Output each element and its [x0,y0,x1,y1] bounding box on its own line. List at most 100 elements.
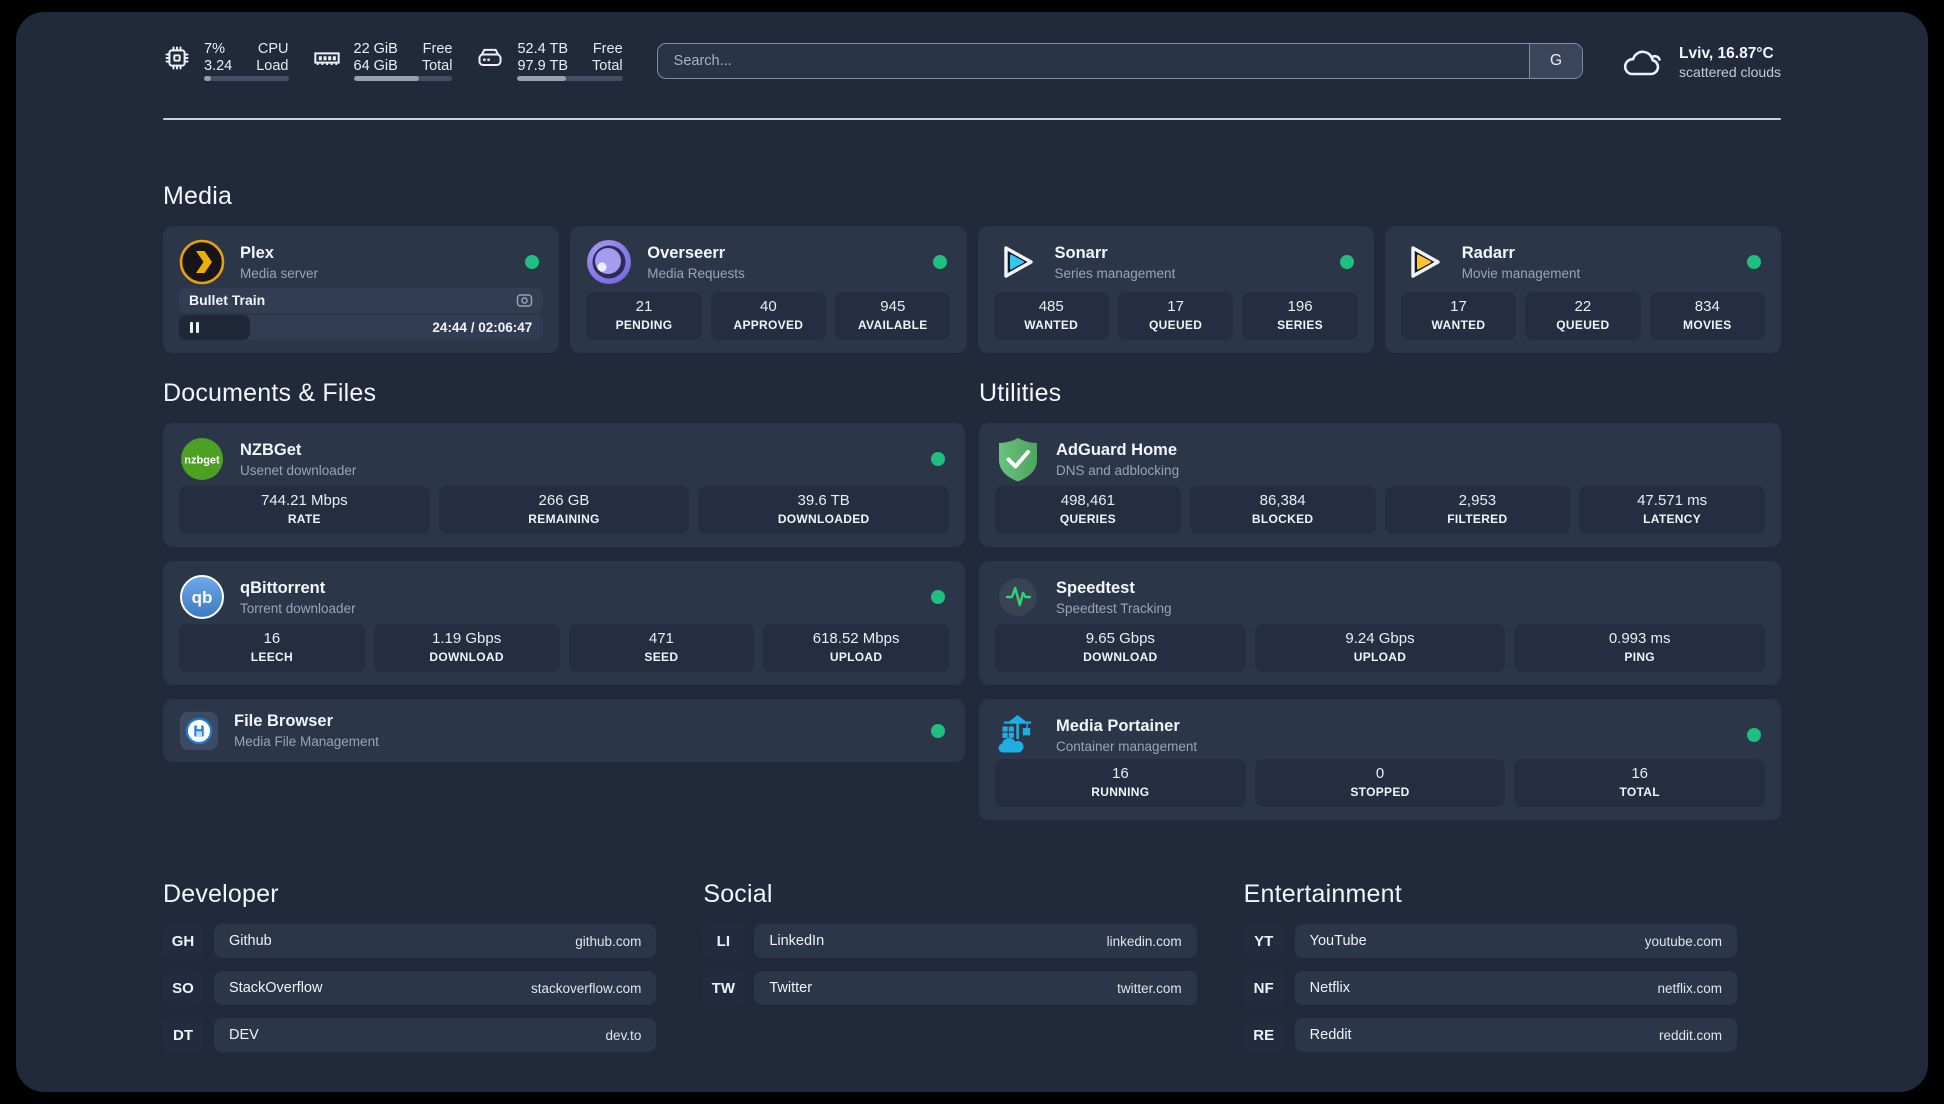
stat-value: 16 [263,630,281,647]
stat-value: 744.21 Mbps [260,492,348,509]
stat-value: 834 [1694,298,1720,315]
section-title-media: Media [163,182,233,210]
system-metrics: 7% 3.24 CPU Load 22 GiB 64 GiB Free Tota… [163,41,623,81]
stat-value: 9.65 Gbps [1085,630,1155,647]
app-card-speedtest[interactable]: Speedtest Speedtest Tracking 9.65 Gbps D… [979,561,1781,685]
stat-label: WANTED [1431,318,1486,332]
overseerr-icon [586,239,632,285]
link-row-github[interactable]: GH Github github.com [163,924,657,958]
app-title: Speedtest [1056,578,1135,597]
adguard-icon [995,436,1041,482]
app-card-nzbget[interactable]: nzbget NZBGet Usenet downloader 744.21 M… [163,423,965,547]
header-divider [163,118,1781,120]
search-engine-button[interactable]: G [1529,44,1583,78]
link-row-reddit[interactable]: RE Reddit reddit.com [1243,1018,1737,1052]
status-online-dot [931,590,945,604]
stat-tile: 0.993 ms PING [1514,624,1765,672]
link-row-twitter[interactable]: TW Twitter twitter.com [703,971,1197,1005]
link-name: LinkedIn [769,933,825,949]
stat-value: 47.571 ms [1637,492,1708,509]
app-card-plex[interactable]: Plex Media server Bullet Train 24:44 / 0… [163,226,560,353]
stat-value: 0.993 ms [1608,630,1671,647]
stat-value: 39.6 TB [797,492,850,509]
links-column-developer: Developer GH Github github.com SO StackO… [163,880,657,1052]
stat-tile: 945 AVAILABLE [835,292,951,340]
stat-tile: 16 RUNNING [995,759,1246,807]
app-card-filebrowser[interactable]: File Browser Media File Management [163,699,965,762]
camera-icon[interactable] [516,292,533,309]
app-title: Media Portainer [1056,716,1180,735]
cpu-load: 3.24 [204,58,233,74]
cpu-label: CPU [257,41,289,57]
section-title-utilities: Utilities [979,379,1062,407]
stat-value: 16 [1111,765,1129,782]
memory-total-label: Total [421,58,453,74]
link-row-stackoverflow[interactable]: SO StackOverflow stackoverflow.com [163,971,657,1005]
status-online-dot [1747,255,1761,269]
stat-tile: 0 STOPPED [1254,759,1506,807]
stat-tile: 16 TOTAL [1514,759,1765,807]
stat-value: 17 [1167,298,1184,315]
storage-total: 97.9 TB [517,58,569,74]
cpu-icon [165,46,189,70]
section-title-entertainment: Entertainment [1243,880,1402,908]
app-subtitle: Series management [1054,265,1176,281]
app-card-portainer[interactable]: Media Portainer Container management 16 … [979,699,1781,820]
stat-label: TOTAL [1619,785,1660,799]
cpu-progress-bar [204,76,289,81]
app-title: qBittorrent [240,578,326,597]
app-subtitle: Movie management [1461,265,1581,281]
link-name: DEV [229,1027,259,1043]
stat-value: 17 [1450,298,1467,315]
stat-tile: 9.65 Gbps DOWNLOAD [995,624,1246,672]
status-online-dot [932,255,947,269]
status-online-dot [931,723,945,738]
stat-label: RUNNING [1091,785,1150,799]
pause-icon[interactable] [190,322,199,333]
stat-value: 86,384 [1259,492,1306,509]
section-title-developer: Developer [163,880,279,908]
app-card-radarr[interactable]: Radarr Movie management 17 WANTED 22 QUE… [1384,226,1781,353]
playback-progress-bar[interactable]: 24:44 / 02:06:47 [179,315,544,340]
stat-label: STOPPED [1350,785,1410,799]
cpu-load-label: Load [256,58,289,74]
link-abbr: RE [1243,1018,1284,1052]
dashboard: 7% 3.24 CPU Load 22 GiB 64 GiB Free Tota… [16,12,1928,1092]
app-subtitle: Usenet downloader [240,462,357,478]
stat-label: RATE [287,512,321,526]
stat-label: DOWNLOADED [777,512,870,526]
playback-time: 24:44 / 02:06:47 [432,320,533,335]
app-card-adguard[interactable]: AdGuard Home DNS and adblocking 498,461 … [979,423,1781,547]
link-row-dev[interactable]: DT DEV dev.to [163,1018,657,1052]
link-row-linkedin[interactable]: LI LinkedIn linkedin.com [703,924,1197,958]
sonarr-icon [994,239,1040,285]
link-row-netflix[interactable]: NF Netflix netflix.com [1243,971,1737,1005]
stat-label: AVAILABLE [857,318,928,332]
stat-label: PING [1624,650,1655,664]
svg-text:qb: qb [192,588,213,607]
stat-value: 40 [760,298,777,315]
section-title-social: Social [703,880,773,908]
stat-tile: 618.52 Mbps UPLOAD [763,624,949,672]
stat-label: WANTED [1024,318,1079,332]
hard-drive-icon [478,48,502,66]
app-title: Radarr [1461,243,1515,262]
link-name: YouTube [1309,933,1367,949]
stat-value: 266 GB [538,492,590,509]
app-card-overseerr[interactable]: Overseerr Media Requests 21 PENDING 40 A… [570,226,967,353]
search-input[interactable] [657,44,1583,78]
search-bar[interactable]: G [656,43,1584,79]
app-subtitle: DNS and adblocking [1056,462,1180,478]
stat-label: QUEUED [1556,318,1610,332]
app-card-sonarr[interactable]: Sonarr Series management 485 WANTED 17 Q… [977,226,1374,353]
memory-total: 64 GiB [353,58,398,74]
link-row-youtube[interactable]: YT YouTube youtube.com [1243,924,1737,958]
stat-tile: 40 APPROVED [710,292,827,340]
stat-value: 485 [1038,298,1064,315]
filebrowser-icon [179,711,219,751]
app-card-qbittorrent[interactable]: qb qBittorrent Torrent downloader 16 LEE… [163,561,965,685]
stat-label: SERIES [1277,318,1323,332]
nzbget-icon: nzbget [179,436,225,482]
stat-tile: 471 SEED [568,624,755,672]
stat-tile: 86,384 BLOCKED [1189,486,1376,534]
